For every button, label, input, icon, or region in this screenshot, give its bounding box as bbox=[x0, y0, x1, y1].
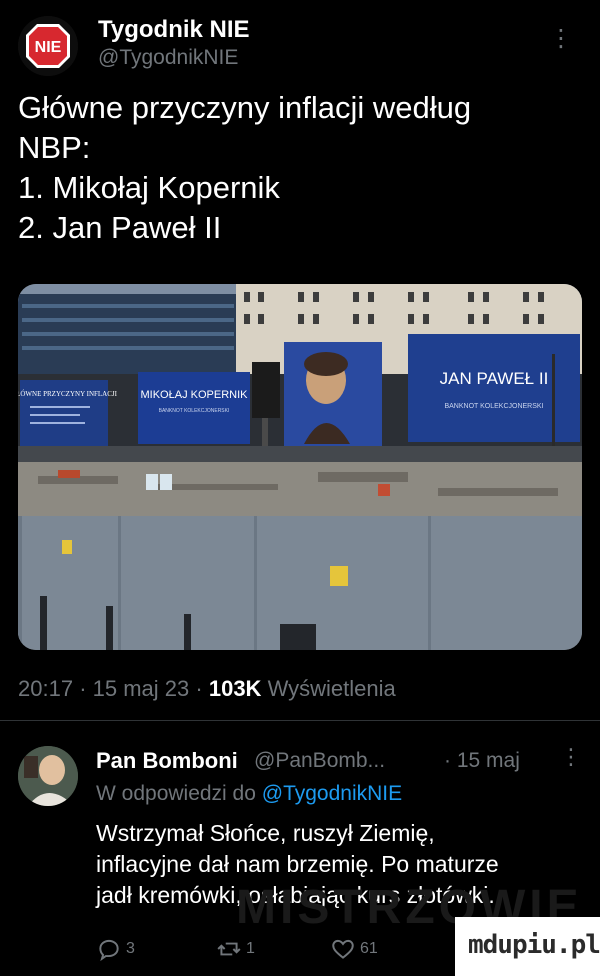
tweet-photo[interactable]: GŁÓWNE PRZYCZYNY INFLACJI MIKOŁAJ KOPERN… bbox=[18, 284, 582, 650]
banner-mid-sub: BANKNOT KOLEKCJONERSKI bbox=[159, 408, 230, 414]
meta-separator: · bbox=[79, 676, 93, 701]
tweet-date[interactable]: 15 maj 23 bbox=[93, 676, 190, 701]
watermark-text: mdupiu.pl bbox=[468, 930, 600, 960]
reply-avatar[interactable] bbox=[18, 746, 78, 806]
avatar[interactable]: NIE bbox=[18, 16, 78, 76]
tweet-text-line: 1. Mikołaj Kopernik bbox=[18, 170, 280, 205]
banner-right-title: JAN PAWEŁ II bbox=[440, 369, 549, 388]
views-count: 103K bbox=[208, 676, 262, 701]
reply-count: 3 bbox=[126, 940, 135, 957]
tweet-text-line: NBP: bbox=[18, 130, 91, 165]
avatar-label: NIE bbox=[35, 39, 62, 56]
reply-text-line: inflacyjne dał nam brzemię. Po maturze bbox=[96, 851, 499, 877]
tweet-time[interactable]: 20:17 bbox=[18, 676, 73, 701]
nie-logo-icon: NIE bbox=[18, 16, 78, 76]
retweet-count: 1 bbox=[246, 940, 255, 957]
vertical-dots-icon[interactable]: ⋮ bbox=[560, 744, 582, 770]
heart-icon bbox=[332, 939, 354, 959]
reply-date[interactable]: · 15 maj bbox=[444, 749, 520, 773]
banner-left-title: GŁÓWNE PRZYCZYNY INFLACJI bbox=[18, 390, 118, 398]
divider bbox=[0, 720, 600, 721]
vertical-dots-icon[interactable]: ⋮ bbox=[549, 24, 574, 53]
banner-mid-title: MIKOŁAJ KOPERNIK bbox=[141, 389, 249, 401]
meta-separator: · bbox=[195, 676, 209, 701]
reply-handle[interactable]: @PanBomb... bbox=[254, 749, 385, 773]
display-name[interactable]: Tygodnik NIE bbox=[98, 16, 250, 44]
tweet-text: Główne przyczyny inflacji według NBP: 1.… bbox=[18, 88, 578, 248]
reply-button[interactable]: 3 bbox=[96, 934, 135, 964]
person-avatar-icon bbox=[18, 746, 78, 806]
reply-display-name[interactable]: Pan Bomboni bbox=[96, 748, 238, 774]
banner-right-sub: BANKNOT KOLEKCJONERSKI bbox=[444, 403, 543, 410]
reply-text-line: Wstrzymał Słońce, ruszył Ziemię, bbox=[96, 820, 435, 846]
retweet-button[interactable]: 1 bbox=[216, 934, 255, 964]
like-button[interactable]: 61 bbox=[330, 934, 378, 964]
user-handle[interactable]: @TygodnikNIE bbox=[98, 46, 238, 70]
retweet-icon bbox=[217, 942, 241, 956]
reply-to-mention[interactable]: @TygodnikNIE bbox=[262, 782, 402, 805]
tweet-text-line: 2. Jan Paweł II bbox=[18, 210, 222, 245]
reply-to-line: W odpowiedzi do @TygodnikNIE bbox=[96, 782, 402, 806]
views-label: Wyświetlenia bbox=[267, 676, 396, 701]
tweet-meta: 20:17 · 15 maj 23 · 103K Wyświetlenia bbox=[18, 676, 396, 702]
tweet-text-line: Główne przyczyny inflacji według bbox=[18, 90, 472, 125]
reply-to-prefix: W odpowiedzi do bbox=[96, 782, 256, 805]
like-count: 61 bbox=[360, 940, 378, 957]
comment-icon bbox=[99, 939, 119, 962]
construction-site-photo: GŁÓWNE PRZYCZYNY INFLACJI MIKOŁAJ KOPERN… bbox=[18, 284, 582, 650]
